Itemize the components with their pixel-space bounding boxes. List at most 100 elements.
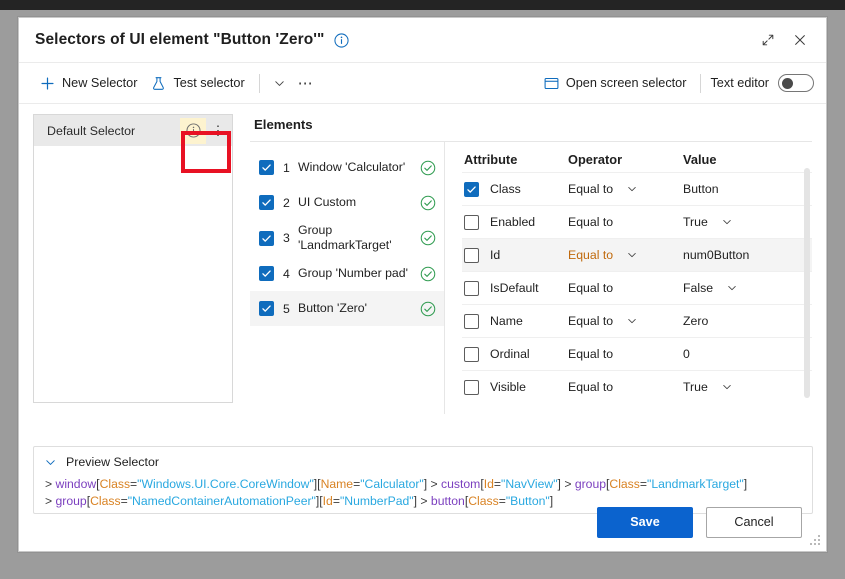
selector-info-icon[interactable] — [180, 117, 206, 144]
dialog-body: Default Selector ⋮ Elements 1 Window 'Cal — [19, 104, 826, 414]
attribute-name: Ordinal — [490, 347, 530, 361]
element-valid-check-icon — [418, 160, 438, 176]
preview-token-eq: = — [493, 477, 502, 491]
element-checkbox[interactable] — [259, 160, 274, 175]
preview-token-val: "Calculator" — [360, 477, 424, 491]
element-checkbox[interactable] — [259, 266, 274, 281]
new-selector-button[interactable]: New Selector — [33, 71, 144, 96]
attribute-operator: Equal to — [568, 281, 614, 295]
attribute-operator: Equal to — [568, 182, 614, 196]
preview-token-key: Class — [609, 477, 640, 491]
attribute-checkbox[interactable] — [464, 280, 479, 296]
element-index: 5 — [283, 301, 290, 316]
attribute-value: num0Button — [683, 248, 750, 262]
test-selector-label: Test selector — [173, 76, 245, 90]
attribute-checkbox[interactable] — [464, 181, 479, 197]
preview-token-br: ] — [743, 477, 748, 491]
attribute-row[interactable]: Name Equal to Zero — [462, 304, 812, 337]
text-editor-toggle[interactable] — [778, 74, 814, 92]
attribute-name: IsDefault — [490, 281, 539, 295]
attribute-row[interactable]: Class Equal to Button — [462, 172, 812, 205]
selector-name-label: Default Selector — [47, 123, 136, 138]
element-list-item[interactable]: 5 Button 'Zero' — [250, 291, 444, 326]
value-chevron-down-icon[interactable] — [721, 381, 733, 393]
attributes-scrollbar[interactable] — [804, 168, 810, 398]
attribute-checkbox[interactable] — [464, 247, 479, 263]
preview-token-eq: = — [639, 477, 647, 491]
attribute-operator: Equal to — [568, 380, 614, 394]
attribute-value: True — [683, 380, 708, 394]
attribute-name: Visible — [490, 380, 527, 394]
attribute-checkbox[interactable] — [464, 214, 479, 230]
element-valid-check-icon — [418, 301, 438, 317]
attribute-name: Name — [490, 314, 523, 328]
save-button[interactable]: Save — [597, 506, 693, 538]
operator-chevron-down-icon[interactable] — [626, 315, 638, 327]
operator-chevron-down-icon[interactable] — [626, 183, 638, 195]
preview-token-gt: > — [560, 477, 575, 491]
preview-selector-toggle[interactable]: Preview Selector — [44, 455, 802, 469]
resize-grip[interactable] — [810, 535, 822, 547]
text-editor-toggle-group[interactable]: Text editor — [708, 74, 814, 92]
attribute-name: Id — [490, 248, 501, 262]
restore-diagonal-icon[interactable] — [752, 24, 784, 56]
element-checkbox[interactable] — [259, 195, 274, 210]
chevron-down-icon — [44, 456, 57, 469]
attribute-row[interactable]: Enabled Equal to True — [462, 205, 812, 238]
attribute-value: True — [683, 215, 708, 229]
attribute-row[interactable]: Ordinal Equal to 0 — [462, 337, 812, 370]
grip-dot — [810, 543, 812, 545]
chevron-down-icon[interactable] — [267, 70, 293, 96]
desktop-top-band — [0, 0, 845, 10]
preview-token-val: "LandmarkTarget" — [647, 477, 744, 491]
element-list-item[interactable]: 3 Group 'LandmarkTarget' — [250, 220, 444, 256]
operator-chevron-down-icon[interactable] — [626, 249, 638, 261]
test-selector-button[interactable]: Test selector — [144, 71, 251, 96]
preview-token-gt: > — [45, 477, 56, 491]
dialog-title-bar: Selectors of UI element "Button 'Zero'" — [19, 18, 826, 63]
attribute-row[interactable]: Visible Equal to True — [462, 370, 812, 403]
element-path-list: 1 Window 'Calculator' 2 UI Custom 3 Group 'La… — [250, 142, 445, 414]
value-chevron-down-icon[interactable] — [721, 216, 733, 228]
preview-token-tag: window — [55, 477, 97, 491]
element-label: UI Custom — [298, 195, 357, 209]
selector-list-item-default[interactable]: Default Selector ⋮ — [34, 115, 232, 146]
grip-dot — [818, 535, 820, 537]
attribute-value: Zero — [683, 314, 709, 328]
new-selector-label: New Selector — [62, 76, 138, 90]
element-list-item[interactable]: 1 Window 'Calculator' — [250, 150, 444, 185]
title-info-icon[interactable] — [333, 32, 349, 48]
element-checkbox[interactable] — [259, 230, 274, 246]
close-x-icon[interactable] — [784, 24, 816, 56]
column-header-attribute: Attribute — [464, 151, 518, 167]
attribute-checkbox[interactable] — [464, 379, 479, 395]
attribute-value: 0 — [683, 347, 690, 361]
ellipsis-icon[interactable]: ⋯ — [293, 70, 319, 96]
element-valid-check-icon — [418, 266, 438, 282]
text-editor-label: Text editor — [710, 76, 769, 90]
element-list-item[interactable]: 4 Group 'Number pad' — [250, 256, 444, 291]
grip-dot — [814, 543, 816, 545]
attribute-row[interactable]: IsDefault Equal to False — [462, 271, 812, 304]
attribute-checkbox[interactable] — [464, 313, 479, 329]
toggle-knob — [782, 78, 793, 89]
attributes-rows: Class Equal to Button Enabled Equal to True Id… — [462, 172, 812, 414]
element-index: 3 — [283, 231, 290, 245]
cancel-button[interactable]: Cancel — [706, 506, 802, 538]
flask-icon — [151, 76, 166, 91]
preview-token-tag: group — [574, 477, 606, 491]
attribute-row[interactable]: Id Equal to num0Button — [462, 238, 812, 271]
element-checkbox[interactable] — [259, 301, 274, 316]
element-index: 1 — [283, 160, 290, 175]
element-label: Window 'Calculator' — [298, 160, 406, 174]
selector-more-vertical-icon[interactable]: ⋮ — [208, 118, 228, 144]
element-list-item[interactable]: 2 UI Custom — [250, 185, 444, 220]
preview-token-br: ][ — [313, 477, 321, 491]
attribute-name: Class — [490, 182, 521, 196]
open-screen-selector-button[interactable]: Open screen selector — [537, 71, 694, 95]
page-title: Selectors of UI element "Button 'Zero'" — [35, 31, 325, 48]
value-chevron-down-icon[interactable] — [726, 282, 738, 294]
attributes-table: Attribute Operator Value Class Equal to Bu… — [445, 142, 812, 414]
element-index: 4 — [283, 266, 290, 281]
attribute-checkbox[interactable] — [464, 346, 479, 362]
